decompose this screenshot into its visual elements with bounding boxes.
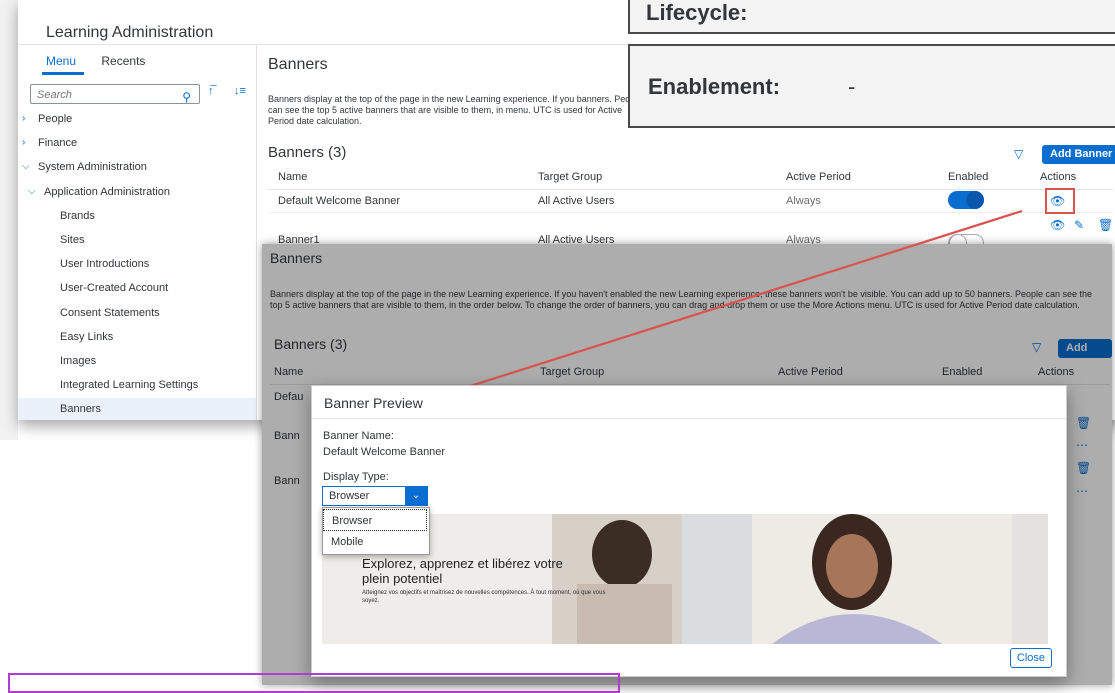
- banner-name-value: Default Welcome Banner: [323, 446, 446, 458]
- banner-preview-dialog: Banner Preview Banner Name: Default Welc…: [311, 385, 1067, 677]
- banner-image: Explorez, apprenez et libérez votre plei…: [322, 514, 1048, 644]
- display-type-dropdown: Browser Mobile: [322, 507, 430, 555]
- highlight-frame: [8, 673, 620, 693]
- option-mobile[interactable]: Mobile: [323, 531, 427, 553]
- chevron-down-icon[interactable]: ⌄: [405, 487, 427, 505]
- display-type-select[interactable]: Browser ⌄: [322, 486, 428, 506]
- banner-subtext: Atteignez vos objectifs et maîtrisez de …: [362, 590, 606, 604]
- display-type-label: Display Type:: [323, 471, 389, 483]
- banner-heading: Explorez, apprenez et libérez votre plei…: [362, 556, 563, 586]
- banner-name-label: Banner Name:: [323, 430, 394, 442]
- option-browser[interactable]: Browser: [323, 509, 427, 531]
- divider: [312, 418, 1066, 419]
- selected-value: Browser: [329, 490, 370, 502]
- dialog-title: Banner Preview: [324, 395, 423, 411]
- close-button[interactable]: Close: [1009, 648, 1052, 668]
